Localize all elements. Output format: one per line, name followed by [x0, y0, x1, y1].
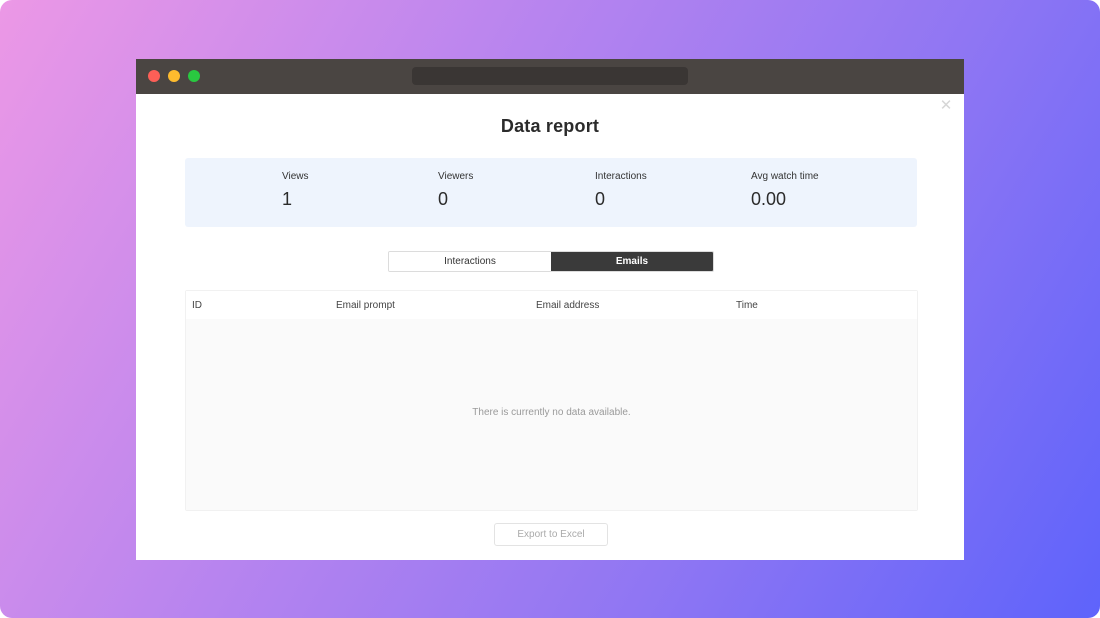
- stat-avg-watch-time: Avg watch time 0.00: [751, 171, 819, 210]
- column-header-time[interactable]: Time: [736, 300, 758, 311]
- close-window-icon[interactable]: [148, 70, 160, 82]
- stats-panel: Views 1 Viewers 0 Interactions 0 Avg wat…: [185, 158, 917, 227]
- dialog-title: Data report: [500, 116, 600, 136]
- background-gradient: ✕ Data report Views 1 Viewers 0 Interact…: [0, 0, 1100, 618]
- data-report-dialog: ✕ Data report Views 1 Viewers 0 Interact…: [136, 94, 964, 560]
- address-bar[interactable]: [412, 67, 688, 85]
- column-header-email-prompt[interactable]: Email prompt: [336, 300, 395, 311]
- browser-window: ✕ Data report Views 1 Viewers 0 Interact…: [136, 59, 964, 560]
- column-header-id[interactable]: ID: [192, 300, 202, 311]
- window-titlebar: [136, 59, 964, 94]
- stat-label: Avg watch time: [751, 171, 819, 182]
- stat-label: Viewers: [438, 171, 474, 182]
- stat-value: 1: [282, 189, 293, 209]
- stat-viewers: Viewers 0: [438, 171, 473, 210]
- stat-label: Interactions: [595, 171, 647, 182]
- minimize-window-icon[interactable]: [168, 70, 180, 82]
- stat-value: 0: [595, 189, 606, 209]
- table-body: There is currently no data available.: [186, 319, 917, 510]
- stat-value: 0.00: [751, 189, 787, 209]
- maximize-window-icon[interactable]: [188, 70, 200, 82]
- close-icon[interactable]: ✕: [938, 98, 954, 114]
- column-header-email-address[interactable]: Email address: [536, 300, 599, 311]
- stat-label: Views: [282, 171, 309, 182]
- emails-table: ID Email prompt Email address Time There…: [185, 290, 918, 511]
- table-header: ID Email prompt Email address Time: [186, 291, 917, 319]
- tab-emails[interactable]: Emails: [551, 252, 713, 271]
- export-to-excel-button[interactable]: Export to Excel: [494, 523, 608, 546]
- report-tabs: Interactions Emails: [388, 251, 714, 272]
- empty-state-text: There is currently no data available.: [472, 407, 631, 418]
- stat-interactions: Interactions 0: [595, 171, 647, 210]
- stat-value: 0: [438, 189, 449, 209]
- stat-views: Views 1: [282, 171, 309, 210]
- tab-interactions[interactable]: Interactions: [389, 252, 551, 271]
